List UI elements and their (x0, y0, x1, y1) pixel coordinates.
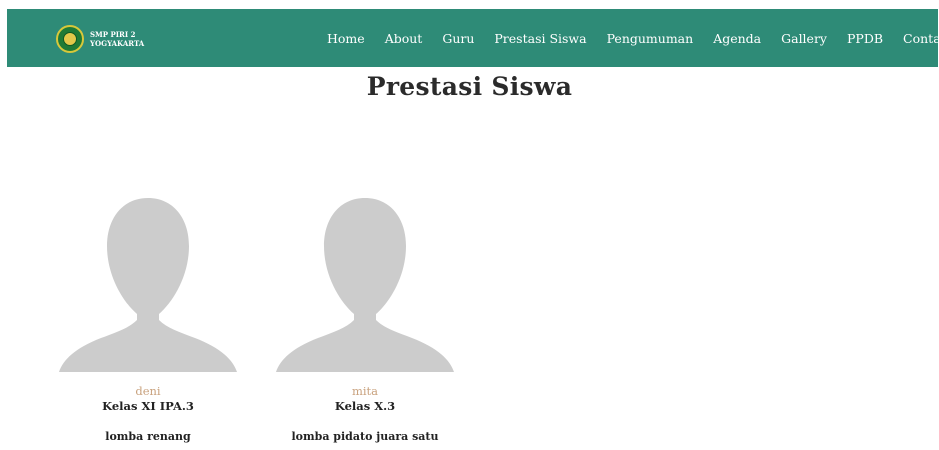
student-class: Kelas XI IPA.3 (102, 399, 194, 413)
school-logo-emblem (63, 32, 77, 46)
student-name: mita (351, 384, 379, 398)
student-class: Kelas X.3 (334, 399, 396, 413)
student-achievement: lomba renang (105, 430, 191, 443)
brand-logo-link[interactable]: SMP PIRI 2 YOGYAKARTA (56, 25, 144, 53)
nav-item-pengumuman[interactable]: Pengumuman (607, 31, 694, 46)
student-card: deni Kelas XI IPA.3 lomba renang (57, 196, 239, 444)
nav-item-about[interactable]: About (385, 31, 423, 46)
school-logo-icon (56, 25, 84, 53)
brand-text: SMP PIRI 2 YOGYAKARTA (90, 30, 144, 48)
nav-item-contact[interactable]: Contact (903, 31, 939, 46)
nav-item-home[interactable]: Home (327, 31, 365, 46)
nav-item-ppdb[interactable]: PPDB (847, 31, 883, 46)
student-card: mita Kelas X.3 lomba pidato juara satu (274, 196, 456, 444)
top-navbar: SMP PIRI 2 YOGYAKARTA Home About Guru Pr… (7, 9, 939, 67)
person-placeholder-icon (59, 198, 237, 372)
person-placeholder-icon (276, 198, 454, 372)
brand-name-line2: YOGYAKARTA (90, 39, 145, 48)
nav-menu: Home About Guru Prestasi Siswa Pengumuma… (327, 9, 939, 67)
nav-item-guru[interactable]: Guru (442, 31, 474, 46)
nav-item-agenda[interactable]: Agenda (713, 31, 761, 46)
brand-name-line1: SMP PIRI 2 (90, 30, 136, 39)
nav-item-gallery[interactable]: Gallery (781, 31, 827, 46)
student-name: deni (135, 384, 161, 398)
student-achievement: lomba pidato juara satu (291, 430, 439, 443)
nav-item-prestasi-siswa[interactable]: Prestasi Siswa (494, 31, 586, 46)
page-title: Prestasi Siswa (366, 72, 573, 101)
